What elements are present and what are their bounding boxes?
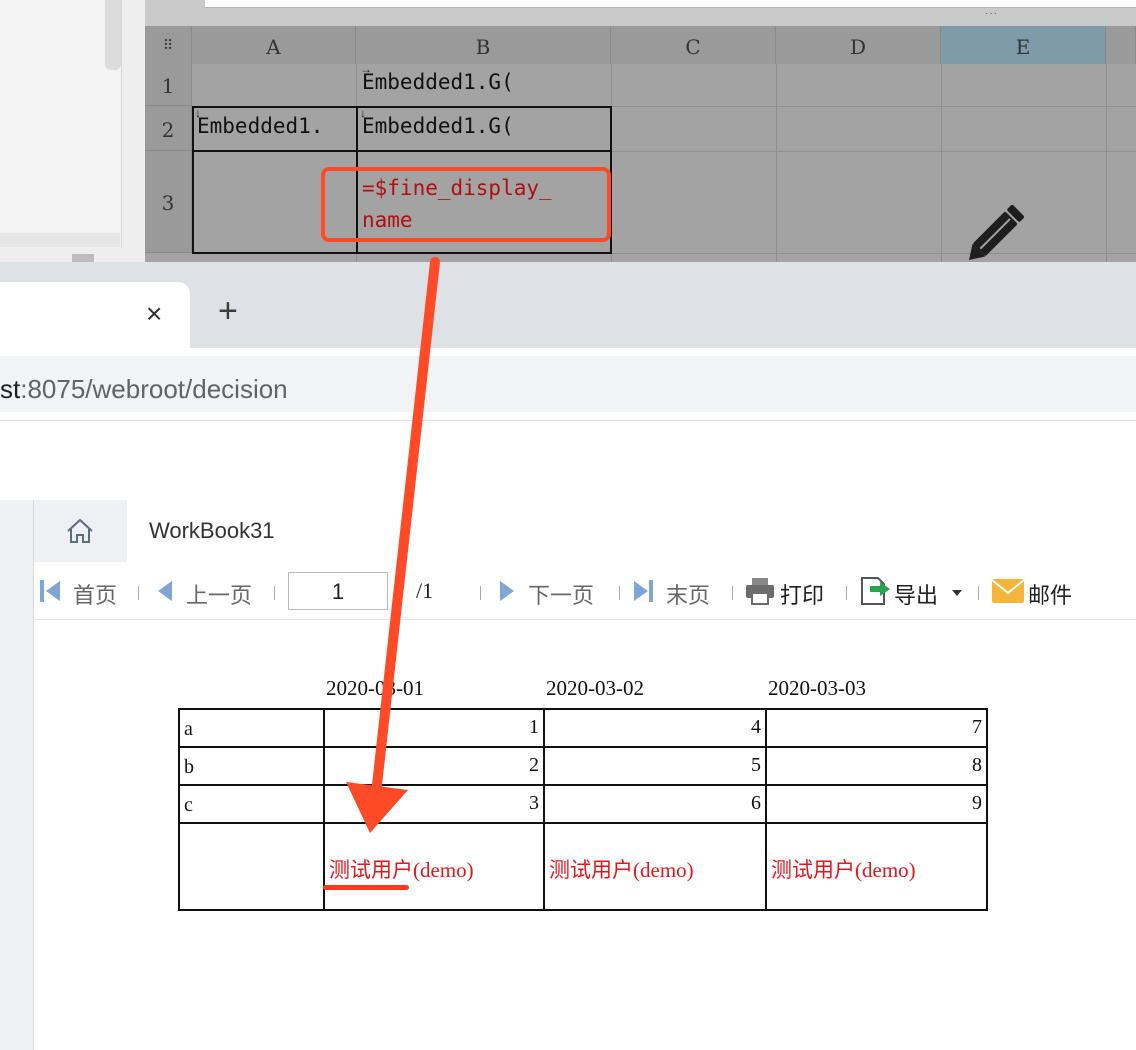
resize-grip[interactable] — [72, 254, 94, 262]
toolbar-separator — [732, 586, 733, 600]
chrome-divider — [0, 420, 1136, 421]
date-header-2: 2020-03-02 — [546, 676, 644, 700]
browser-tab-bar: × + — [0, 262, 1136, 348]
next-page-button[interactable]: 下一页 — [528, 578, 594, 610]
grid-line — [776, 64, 777, 262]
left-panel-content — [0, 0, 122, 248]
last-page-icon[interactable] — [649, 580, 653, 602]
row-label-c: c — [184, 794, 193, 816]
cell-border — [192, 150, 612, 152]
table-cell: 8 — [972, 754, 982, 776]
table-cell: 5 — [751, 754, 761, 776]
report-designer-panel: ··· ⠿ A B C D E 1 2 3 → Embedded1.G( ↓ E… — [0, 0, 1136, 262]
last-page-arrow-icon[interactable] — [634, 581, 648, 601]
url-field[interactable]: st:8075/webroot/decision — [0, 356, 1136, 412]
last-page-button[interactable]: 末页 — [666, 578, 710, 610]
page-total-label: /1 — [416, 578, 434, 603]
chevron-down-icon[interactable] — [952, 590, 962, 596]
url-text[interactable]: st:8075/webroot/decision — [0, 374, 288, 405]
grid-line — [1106, 64, 1107, 262]
table-cell: 2 — [529, 754, 539, 776]
viewer-left-strip — [0, 500, 34, 1050]
annotation-underline — [323, 885, 409, 890]
column-header-d[interactable]: D — [776, 26, 941, 64]
cell-a2[interactable]: Embedded1. — [197, 114, 352, 138]
address-bar: st:8075/webroot/decision — [0, 348, 1136, 420]
table-line — [180, 822, 986, 824]
table-line — [180, 746, 986, 748]
export-button[interactable]: 导出 — [894, 578, 938, 610]
new-tab-icon[interactable]: + — [218, 294, 238, 328]
printer-icon[interactable] — [744, 576, 776, 606]
column-header-a[interactable]: A — [192, 26, 356, 64]
date-header-1: 2020-03-01 — [326, 676, 424, 700]
page-number-input[interactable]: 1 — [288, 572, 388, 610]
toolbar-separator — [978, 586, 979, 600]
table-line — [180, 784, 986, 786]
user-display-name-cell: 测试用户(demo) — [771, 858, 916, 882]
table-cell: 1 — [529, 716, 539, 738]
annotation-highlight-box — [321, 167, 611, 242]
row-header-2[interactable]: 2 — [145, 106, 192, 151]
home-tab[interactable] — [34, 500, 127, 562]
toolbar-area — [205, 0, 1136, 8]
table-cell: 7 — [972, 716, 982, 738]
cell-b1[interactable]: Embedded1.G( — [362, 70, 607, 94]
close-tab-icon[interactable]: × — [146, 300, 162, 328]
toolbar-separator — [138, 586, 139, 600]
user-display-name-cell: 测试用户(demo) — [329, 858, 474, 882]
table-cell: 4 — [751, 716, 761, 738]
designer-top-strip: ··· — [145, 0, 1136, 26]
column-header-f[interactable] — [1106, 26, 1136, 64]
workbook-tab-title: WorkBook31 — [149, 518, 275, 543]
user-display-name-cell: 测试用户(demo) — [549, 858, 694, 882]
row-header-3[interactable]: 3 — [145, 151, 192, 253]
row-header-1[interactable]: 1 — [145, 64, 192, 106]
cell-b2[interactable]: Embedded1.G( — [362, 114, 607, 138]
next-page-icon[interactable] — [500, 581, 514, 601]
table-cell: 3 — [529, 792, 539, 814]
left-panel-bottom-bar — [0, 233, 120, 247]
grid-line — [941, 64, 942, 262]
row-label-a: a — [184, 718, 193, 740]
prev-page-icon[interactable] — [158, 581, 172, 601]
toolbar-separator — [480, 586, 481, 600]
left-panel-scrollbar[interactable] — [105, 0, 121, 70]
first-page-arrow-icon[interactable] — [46, 581, 60, 601]
home-icon[interactable] — [66, 518, 94, 544]
table-cell: 9 — [972, 792, 982, 814]
column-header-c[interactable]: C — [611, 26, 776, 64]
spreadsheet-grid[interactable]: ⠿ A B C D E 1 2 3 → Embedded1.G( ↓ Embed… — [145, 26, 1136, 262]
print-button[interactable]: 打印 — [780, 578, 824, 610]
more-dots-icon[interactable]: ··· — [985, 8, 998, 19]
viewer-tab-bar: WorkBook31 — [34, 500, 1136, 562]
prev-page-button[interactable]: 上一页 — [186, 578, 252, 610]
url-path: :8075/webroot/decision — [20, 374, 288, 404]
row-label-b: b — [184, 756, 194, 778]
first-page-icon[interactable] — [40, 580, 44, 602]
report-table: a 1 4 7 b 2 5 8 c 3 6 9 测试用户(demo) 测试用户(… — [178, 708, 988, 911]
mail-icon[interactable] — [991, 578, 1025, 604]
table-cell: 6 — [751, 792, 761, 814]
toolbar-separator — [846, 586, 847, 600]
export-icon[interactable] — [858, 574, 890, 608]
column-header-e[interactable]: E — [941, 26, 1106, 64]
date-header-3: 2020-03-03 — [768, 676, 866, 700]
first-page-button[interactable]: 首页 — [73, 578, 117, 610]
url-host: st — [0, 374, 21, 404]
pencil-icon[interactable] — [963, 198, 1033, 262]
email-button[interactable]: 邮件 — [1028, 578, 1072, 610]
select-all-corner[interactable]: ⠿ — [145, 26, 192, 64]
report-toolbar: 首页 上一页 1 /1 下一页 末页 打印 导出 邮件 — [34, 562, 1136, 620]
workbook-tab[interactable]: WorkBook31 — [127, 500, 1136, 562]
toolbar-separator — [619, 586, 620, 600]
designer-left-panel — [0, 0, 145, 262]
column-header-b[interactable]: B — [356, 26, 611, 64]
toolbar-separator — [274, 586, 275, 600]
